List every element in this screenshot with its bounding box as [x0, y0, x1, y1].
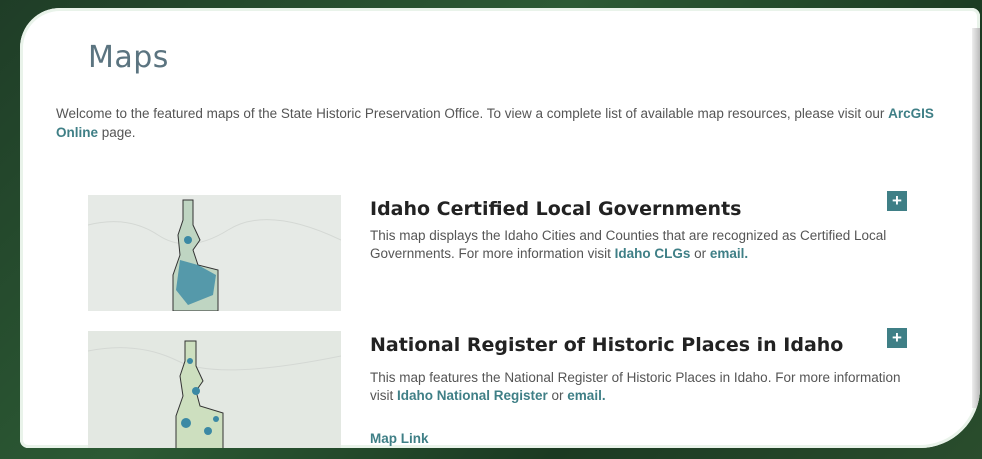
- nrhp-description-mid: or: [547, 388, 568, 403]
- maps-card: Maps Welcome to the featured maps of the…: [20, 8, 980, 448]
- nrhp-email-link[interactable]: email.: [567, 388, 605, 403]
- page-title: Maps: [88, 40, 169, 75]
- idaho-national-register-map-image: [88, 331, 341, 448]
- nrhp-expand-button[interactable]: +: [887, 328, 907, 348]
- idaho-clgs-link[interactable]: Idaho CLGs: [615, 246, 691, 261]
- intro-text-start: Welcome to the featured maps of the Stat…: [56, 106, 889, 121]
- clg-map-thumbnail[interactable]: [88, 195, 341, 311]
- idaho-national-register-link[interactable]: Idaho National Register: [397, 388, 548, 403]
- nrhp-entry-title: National Register of Historic Places in …: [370, 334, 844, 356]
- page-edge: [972, 28, 980, 408]
- nrhp-map-thumbnail[interactable]: [88, 331, 341, 448]
- clg-entry-description: This map displays the Idaho Cities and C…: [370, 227, 905, 263]
- clg-description-mid: or: [690, 246, 710, 261]
- clg-expand-button[interactable]: +: [887, 191, 907, 211]
- intro-text-end: page.: [98, 125, 136, 140]
- intro-text: Welcome to the featured maps of the Stat…: [56, 104, 936, 142]
- clg-entry-title: Idaho Certified Local Governments: [370, 198, 742, 220]
- clg-email-link[interactable]: email.: [710, 246, 748, 261]
- idaho-clg-map-image: [88, 195, 341, 311]
- nrhp-entry-description: This map features the National Register …: [370, 369, 905, 405]
- nrhp-map-link[interactable]: Map Link: [370, 431, 429, 446]
